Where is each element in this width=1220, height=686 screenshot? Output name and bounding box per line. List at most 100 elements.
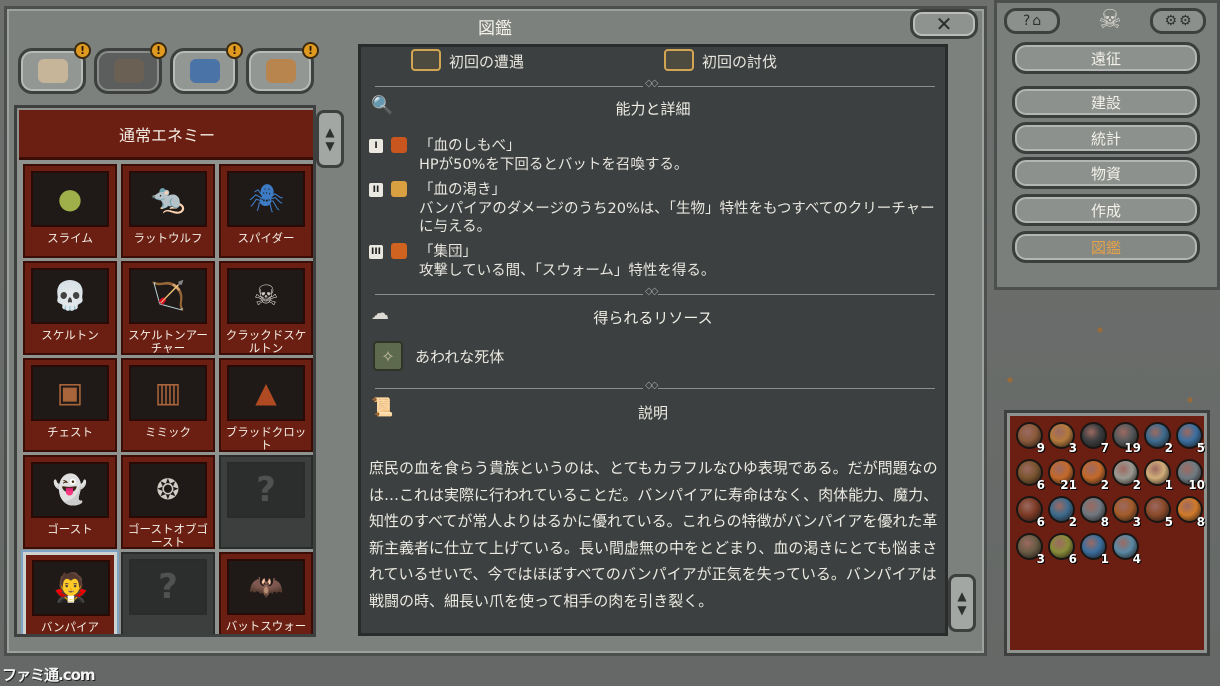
inventory-slot[interactable]: 2 [1142,420,1173,455]
enemy-sprite-icon: ▲ [255,376,277,409]
enemy-name: チェスト [47,425,93,439]
enemy-list-scroll[interactable]: ▲ ▼ [316,110,344,168]
enemy-sprite-icon: 🦇 [248,570,284,603]
inventory-slot[interactable]: 10 [1174,457,1205,492]
first-encounter-label: 初回の遭遇 [449,53,525,71]
close-icon: ✕ [935,12,953,36]
tab-items[interactable]: ! [170,42,243,94]
menu-button-2[interactable]: 統計 [1012,122,1200,154]
enemy-card[interactable]: 🐀 ラットウルフ [121,164,215,258]
close-button[interactable]: ✕ [910,9,978,39]
enemy-portrait: ▲ [227,365,305,421]
items-icon [190,59,220,83]
chevron-down-icon[interactable]: ▼ [325,139,334,153]
item-count: 1 [1164,478,1173,492]
menu-button-1[interactable]: 建設 [1012,86,1200,118]
tab-enemy[interactable]: ! [94,42,167,94]
item-count: 4 [1132,552,1141,566]
description-title: 説明 [637,404,668,422]
enemy-card[interactable]: 🕷 スパイダー [219,164,313,258]
inventory-slot[interactable]: 3 [1046,420,1077,455]
inventory-slot[interactable]: 3 [1014,531,1045,566]
divider [375,286,935,298]
enemy-portrait: ▥ [129,365,207,421]
enemy-card[interactable]: 🦇 バットスウォーム [219,552,313,635]
corpse-icon: ✧ [373,341,403,371]
inventory-slot[interactable]: 6 [1046,531,1077,566]
enemy-sprite-icon: 🏹 [150,279,186,312]
inventory-slot[interactable]: 7 [1078,420,1109,455]
kill-icon [664,48,695,71]
enemy-name: バットスウォーム [225,619,307,635]
ability-title: 「血の渇き」 [419,182,506,198]
menu-button-3[interactable]: 物資 [1012,157,1200,189]
chevron-up-icon[interactable]: ▲ [957,589,966,603]
enemy-card[interactable]: 🏹 スケルトンアーチャー [121,261,215,355]
inventory-slot[interactable]: 5 [1142,494,1173,529]
inventory-slot[interactable]: 4 [1110,531,1141,566]
chevron-down-icon[interactable]: ▼ [957,603,966,617]
abilities-title: 能力と詳細 [615,100,691,118]
inventory-slot[interactable]: 8 [1078,494,1109,529]
enemy-card[interactable]: ▲ ブラッドクロット [219,358,313,452]
inventory-slot[interactable]: 9 [1014,420,1045,455]
menu-button-5[interactable]: 図鑑 [1012,231,1200,263]
inventory-slot[interactable]: 1 [1078,531,1109,566]
enemy-sprite-icon: ▣ [56,376,84,409]
resource-name: あわれな死体 [415,347,505,366]
settings-button[interactable]: ⚙ ⚙ [1150,8,1206,34]
enemy-name: クラックドスケルトン [225,328,307,355]
enemy-card[interactable]: 🧛 バンパイア [23,552,117,634]
item-count: 2 [1068,515,1077,529]
enemy-card[interactable]: ● スライム [23,164,117,258]
detail-scroll[interactable]: ▲ ▼ [948,574,976,632]
enemy-portrait: 🦇 [227,559,305,615]
menu-button-0[interactable]: 遠征 [1012,42,1200,74]
inventory-slot[interactable]: 2 [1110,457,1141,492]
inventory-slot[interactable]: 2 [1078,457,1109,492]
enemy-name: スケルトンアーチャー [128,328,208,355]
chevron-up-icon[interactable]: ▲ [325,125,334,139]
swarm-icon [391,243,407,259]
item-count: 3 [1036,552,1045,566]
inventory-slot[interactable]: 2 [1046,494,1077,529]
enemy-card[interactable]: ❂ ゴーストオブゴースト [121,455,215,549]
enemy-card-locked[interactable]: ? [219,455,313,549]
ability-title: 「集団」 [419,244,477,260]
ability-text: HPが50%を下回るとバットを召喚する。 [419,156,689,173]
bloodthirst-icon [391,181,407,197]
ability-2: II 「血の渇き」 バンパイアのダメージのうち20%は、「生物」特性をもつすべて… [369,181,939,237]
ability-number: III [369,245,383,259]
unknown-icon: ? [256,470,276,510]
enemy-card[interactable]: ☠ クラックドスケルトン [219,261,313,355]
enemy-portrait: ? [227,462,305,518]
enemy-portrait: ❂ [129,462,207,518]
inventory-slot[interactable]: 21 [1046,457,1077,492]
enemy-card[interactable]: 👻 ゴースト [23,455,117,549]
enemy-card[interactable]: 💀 スケルトン [23,261,117,355]
inventory-slot[interactable]: 6 [1014,494,1045,529]
inventory-slot[interactable]: 19 [1110,420,1141,455]
buildings-icon [266,59,296,83]
help-button[interactable]: ? ⌂ [1004,8,1060,34]
inventory-slot[interactable]: 8 [1174,494,1205,529]
enemy-card-locked[interactable]: ? [121,552,215,634]
enemy-portrait: ▣ [31,365,109,421]
inventory-slot[interactable]: 5 [1174,420,1205,455]
enemy-sprite-icon: 👻 [52,473,88,506]
tab-map[interactable]: ! [18,42,91,94]
item-count: 3 [1068,441,1077,455]
inventory-slot[interactable]: 1 [1142,457,1173,492]
item-count: 2 [1132,478,1141,492]
enemy-card[interactable]: ▥ ミミック [121,358,215,452]
menu-button-4[interactable]: 作成 [1012,194,1200,226]
enemy-card[interactable]: ▣ チェスト [23,358,117,452]
enemy-portrait: 👻 [31,462,109,518]
inventory-slot[interactable]: 6 [1014,457,1045,492]
item-count: 1 [1100,552,1109,566]
ability-number: II [369,183,383,197]
inventory-slot[interactable]: 3 [1110,494,1141,529]
enemy-sprite-icon: ❂ [156,473,180,506]
tab-buildings[interactable]: ! [246,42,319,94]
enemy-sprite-icon: ☠ [253,279,279,312]
